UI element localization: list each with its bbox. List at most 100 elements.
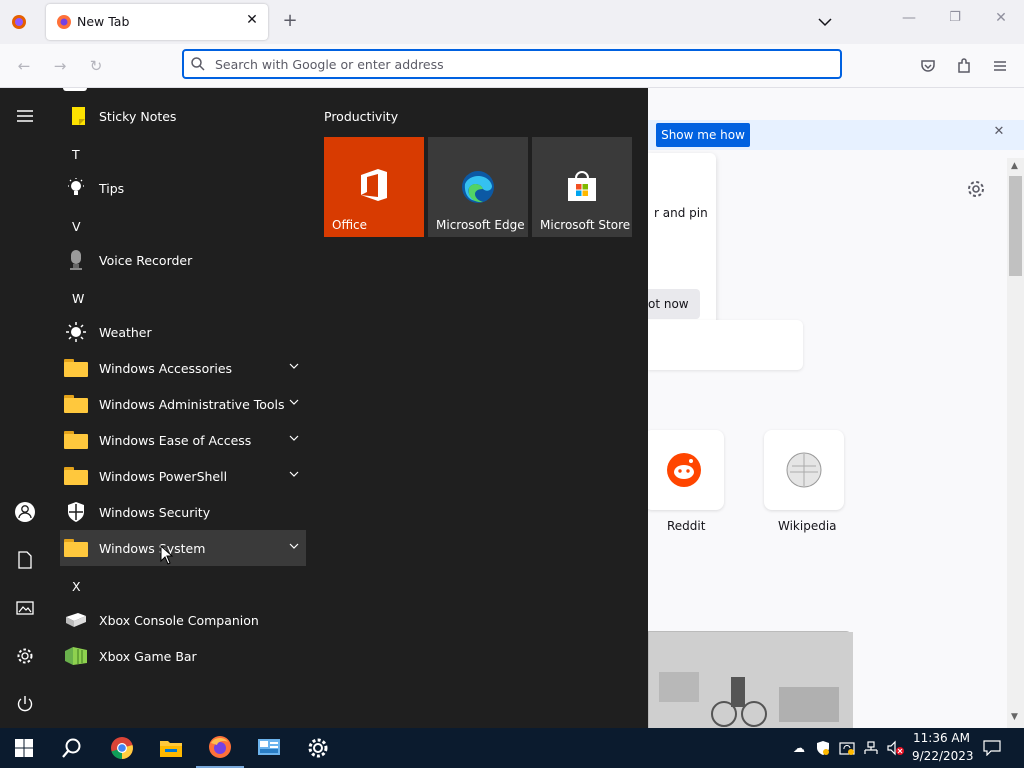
shortcut-wikipedia[interactable] [764, 430, 844, 510]
restore-button[interactable]: ❐ [946, 10, 964, 30]
app-icon-partial [63, 88, 87, 91]
app-windows-accessories[interactable]: Windows Accessories [60, 350, 306, 386]
story-image[interactable] [648, 631, 853, 729]
extensions-icon[interactable] [954, 56, 974, 76]
forward-button[interactable]: → [50, 56, 70, 76]
sticky-notes-icon [63, 103, 89, 129]
cloud-sync-icon[interactable]: ☁ [791, 740, 807, 756]
folder-icon [63, 535, 89, 561]
settings-gear-icon[interactable] [966, 179, 986, 199]
settings-icon[interactable] [12, 643, 38, 669]
newtab-search-box[interactable] [648, 320, 803, 370]
hamburger-menu-icon[interactable] [12, 103, 38, 129]
chevron-down-icon [288, 360, 300, 375]
scroll-up-icon[interactable]: ▲ [1011, 161, 1018, 171]
scroll-down-icon[interactable]: ▼ [1011, 712, 1018, 722]
chevron-down-icon [288, 540, 300, 555]
app-label: Windows Administrative Tools [99, 396, 285, 412]
app-windows-security[interactable]: Windows Security [60, 494, 306, 530]
list-all-tabs-icon[interactable] [816, 13, 834, 31]
chrome-icon[interactable] [98, 728, 146, 768]
firefox-taskbar-icon[interactable] [196, 728, 244, 768]
app-label: Tips [99, 180, 125, 196]
voice-recorder-icon [63, 247, 89, 273]
file-explorer-icon[interactable] [147, 728, 195, 768]
app-label: Voice Recorder [99, 252, 193, 268]
app-sticky-notes[interactable]: Sticky Notes [60, 98, 306, 134]
settings-taskbar-icon[interactable] [294, 728, 342, 768]
app-xbox-game-bar[interactable]: Xbox Game Bar [60, 638, 306, 674]
tile-label: Microsoft Edge [436, 218, 525, 232]
notification-close-icon[interactable]: ✕ [991, 124, 1007, 144]
app-label: Windows Accessories [99, 360, 233, 376]
app-tips[interactable]: Tips [60, 170, 306, 206]
app-windows-ease-of-access[interactable]: Windows Ease of Access [60, 422, 306, 458]
new-tab-button[interactable]: + [282, 10, 298, 32]
back-button[interactable]: ← [14, 56, 34, 76]
app-windows-administrative-tools[interactable]: Windows Administrative Tools [60, 386, 306, 422]
power-icon[interactable] [12, 691, 38, 717]
address-bar[interactable]: Search with Google or enter address [182, 49, 842, 79]
app-label: Sticky Notes [99, 108, 177, 124]
update-tray-icon[interactable] [839, 740, 855, 756]
firefox-view-icon[interactable] [10, 13, 28, 31]
clock-time[interactable]: 11:36 AM [913, 731, 970, 745]
shortcut-reddit[interactable] [644, 430, 724, 510]
tips-icon [63, 175, 89, 201]
action-center-icon[interactable] [983, 740, 1001, 757]
letter-header-w[interactable]: W [72, 291, 84, 306]
app-menu-icon[interactable] [990, 56, 1010, 76]
mouse-cursor-icon [160, 544, 174, 565]
letter-header-t[interactable]: T [72, 147, 80, 162]
clock-date[interactable]: 9/22/2023 [912, 749, 974, 763]
app-xbox-console-companion[interactable]: Xbox Console Companion [60, 602, 306, 638]
tile-microsoft-edge[interactable]: Microsoft Edge [428, 137, 528, 237]
folder-icon [63, 355, 89, 381]
tab-strip: New Tab ✕ + — ❐ ✕ [0, 0, 1024, 44]
app-windows-system[interactable]: Windows System [60, 530, 306, 566]
scrollbar-thumb[interactable] [1009, 176, 1022, 276]
not-now-button[interactable]: ot now [648, 289, 700, 319]
app-weather[interactable]: Weather [60, 314, 306, 350]
letter-header-x[interactable]: X [72, 579, 81, 594]
shortcut-wikipedia-label: Wikipedia [778, 519, 837, 533]
start-button[interactable] [0, 728, 48, 768]
chevron-down-icon [288, 468, 300, 483]
folder-icon [63, 427, 89, 453]
tile-office[interactable]: Office [324, 137, 424, 237]
shortcut-reddit-label: Reddit [667, 519, 706, 533]
search-taskbar-icon[interactable] [48, 728, 96, 768]
pictures-icon[interactable] [12, 595, 38, 621]
scrollbar[interactable]: ▲ ▼ [1007, 158, 1024, 728]
close-tab-icon[interactable]: ✕ [244, 12, 260, 32]
reddit-icon [666, 452, 702, 488]
user-account-icon[interactable] [12, 499, 38, 525]
minimize-button[interactable]: — [900, 10, 918, 30]
control-panel-icon[interactable] [245, 728, 293, 768]
volume-muted-icon[interactable] [887, 740, 904, 756]
letter-header-v[interactable]: V [72, 219, 81, 234]
app-windows-powershell[interactable]: Windows PowerShell [60, 458, 306, 494]
reload-button[interactable]: ↻ [86, 56, 106, 76]
pocket-icon[interactable] [918, 56, 938, 76]
close-window-button[interactable]: ✕ [992, 10, 1010, 30]
show-me-how-button[interactable]: Show me how [656, 123, 750, 147]
app-voice-recorder[interactable]: Voice Recorder [60, 242, 306, 278]
chevron-down-icon [288, 396, 300, 411]
firefox-favicon-icon [56, 14, 72, 30]
folder-icon [63, 391, 89, 417]
app-label: Xbox Game Bar [99, 648, 197, 664]
network-icon[interactable] [863, 740, 879, 756]
tile-label: Office [332, 218, 368, 232]
search-icon [190, 56, 206, 72]
office-icon [358, 167, 390, 203]
weather-icon [63, 319, 89, 345]
documents-icon[interactable] [12, 547, 38, 573]
tile-microsoft-store[interactable]: Microsoft Store [532, 137, 632, 237]
app-label: Weather [99, 324, 152, 340]
app-label: Windows Ease of Access [99, 432, 252, 448]
tab-new-tab[interactable]: New Tab ✕ [46, 4, 268, 40]
tab-title: New Tab [77, 14, 130, 29]
start-menu: Sticky Notes T Tips V Voice Recorder W W… [0, 88, 648, 728]
security-tray-icon[interactable] [815, 740, 831, 756]
